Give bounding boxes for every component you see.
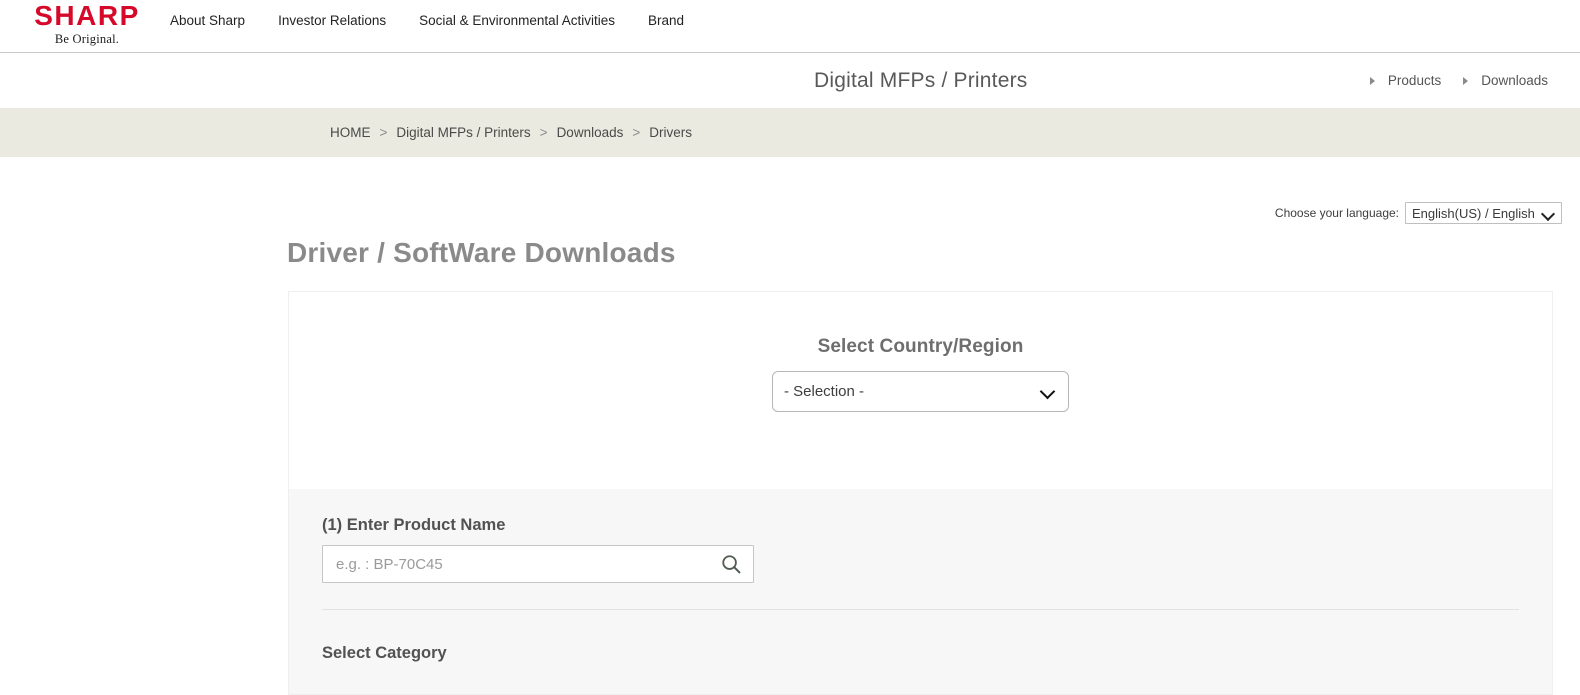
section-link-products-label: Products: [1387, 73, 1442, 88]
downloads-panel: Select Country/Region - Selection - (1) …: [288, 291, 1553, 695]
section-links: Products Downloads: [1369, 73, 1548, 88]
section-divider: [322, 609, 1519, 610]
breadcrumb-item-digital-mfps-printers[interactable]: Digital MFPs / Printers: [396, 125, 530, 140]
logo-tagline: Be Original.: [54, 32, 120, 46]
product-search-section: (1) Enter Product Name Select Category: [289, 489, 1552, 694]
page-title: Driver / SoftWare Downloads: [287, 237, 676, 268]
category-label: Select Category: [322, 644, 447, 662]
triangle-right-icon: [1369, 76, 1375, 85]
product-search-button[interactable]: [717, 550, 746, 579]
sharp-logo[interactable]: SHARP Be Original.: [0, 0, 160, 46]
section-link-downloads[interactable]: Downloads: [1463, 73, 1548, 88]
nav-item-investor-relations[interactable]: Investor Relations: [278, 13, 386, 28]
nav-item-brand[interactable]: Brand: [648, 13, 684, 28]
logo-wordmark: SHARP: [34, 0, 140, 31]
section-title: Digital MFPs / Printers: [814, 68, 1028, 92]
language-select[interactable]: English(US) / English: [1405, 202, 1562, 224]
nav-item-social-environmental-activities[interactable]: Social & Environmental Activities: [419, 13, 615, 28]
country-select-wrapper: - Selection -: [772, 371, 1069, 412]
breadcrumb-item-drivers: Drivers: [649, 125, 692, 140]
language-label: Choose your language:: [1274, 206, 1399, 220]
breadcrumb-item-downloads[interactable]: Downloads: [557, 125, 624, 140]
global-header: SHARP Be Original. About Sharp Investor …: [0, 0, 1580, 53]
section-link-products[interactable]: Products: [1369, 73, 1442, 88]
product-name-label: (1) Enter Product Name: [322, 516, 506, 534]
breadcrumb: HOME > Digital MFPs / Printers > Downloa…: [330, 125, 692, 140]
breadcrumb-item-home[interactable]: HOME: [330, 125, 371, 140]
country-label: Select Country/Region: [817, 336, 1024, 357]
language-row: Choose your language: English(US) / Engl…: [0, 157, 1580, 224]
triangle-right-icon: [1463, 76, 1469, 85]
product-name-input[interactable]: [322, 545, 754, 583]
nav-item-about-sharp[interactable]: About Sharp: [170, 13, 245, 28]
breadcrumb-band: HOME > Digital MFPs / Printers > Downloa…: [0, 108, 1580, 157]
breadcrumb-separator: >: [539, 125, 548, 140]
breadcrumb-separator: >: [379, 125, 388, 140]
breadcrumb-separator: >: [632, 125, 641, 140]
product-name-search-wrapper: [322, 545, 754, 583]
country-select[interactable]: - Selection -: [772, 371, 1069, 412]
section-link-downloads-label: Downloads: [1481, 73, 1548, 88]
country-section: Select Country/Region - Selection -: [289, 292, 1552, 489]
search-icon: [722, 555, 741, 574]
language-select-wrapper: English(US) / English: [1405, 202, 1562, 224]
section-bar: Digital MFPs / Printers Products Downloa…: [0, 53, 1580, 108]
global-nav: About Sharp Investor Relations Social & …: [170, 0, 717, 28]
